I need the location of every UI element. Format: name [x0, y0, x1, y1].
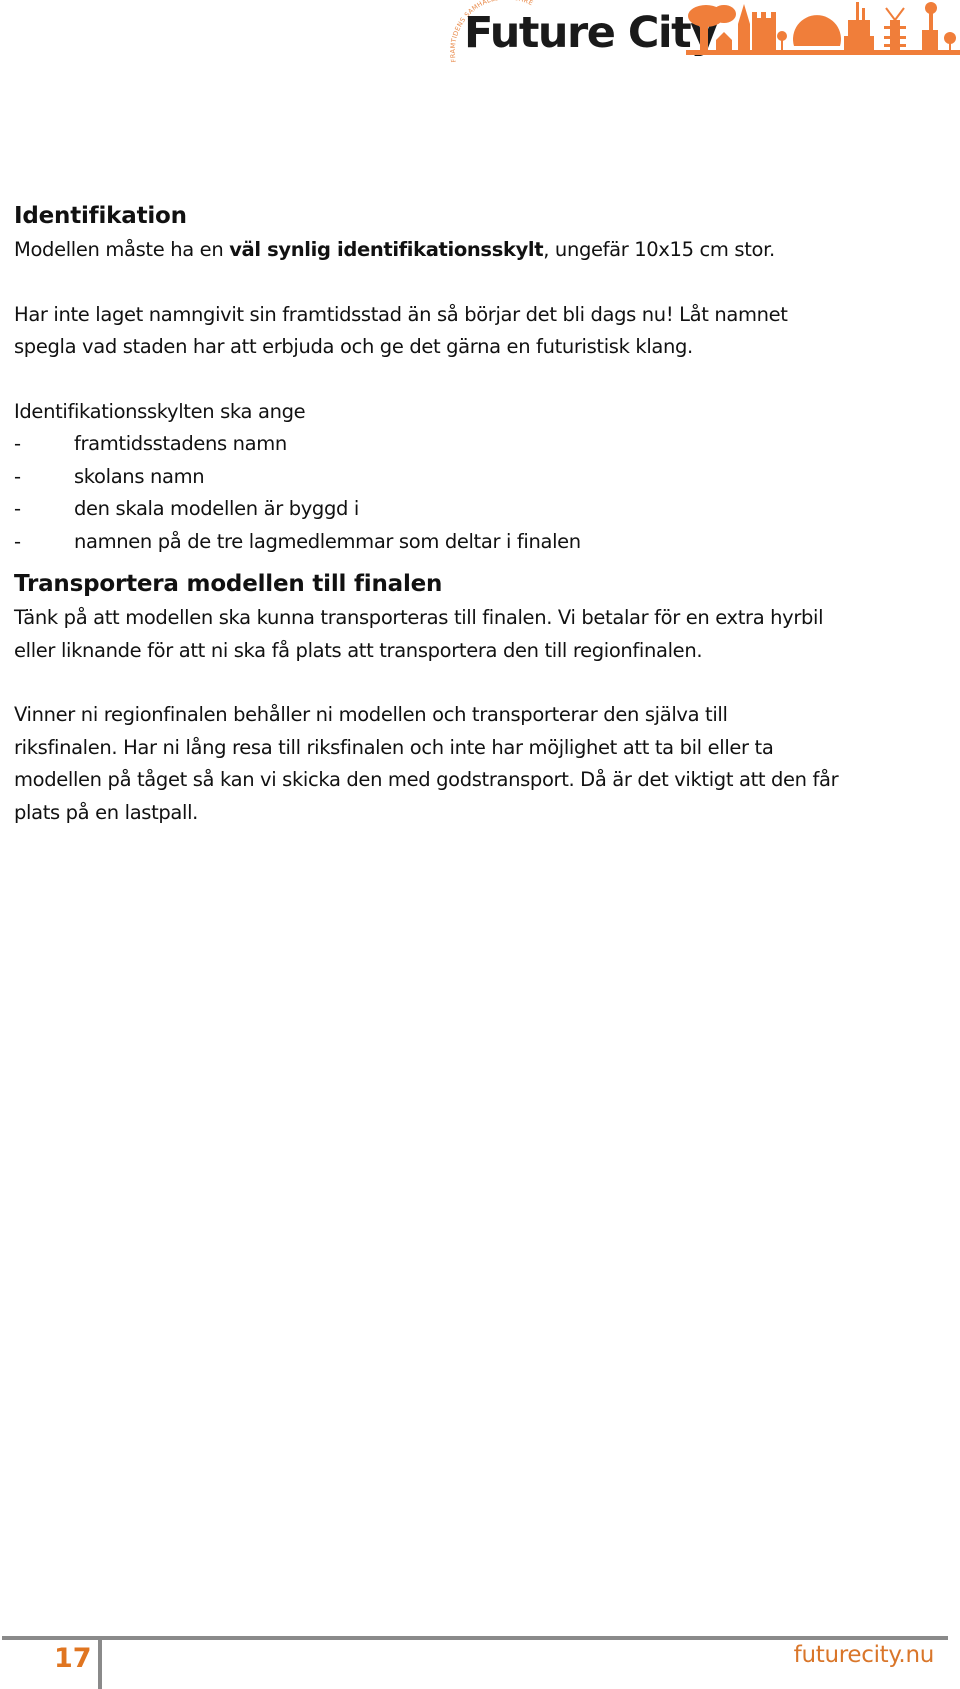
footer-divider: [2, 1636, 948, 1640]
list-item-text: framtidsstadens namn: [74, 432, 287, 455]
text-line: modellen på tåget så kan vi skicka den m…: [14, 768, 839, 791]
paragraph-transport: Tänk på att modellen ska kunna transport…: [14, 602, 944, 667]
paragraph-naming: Har inte laget namngivit sin framtidssta…: [14, 299, 944, 364]
future-city-logo: FRAMTIDENS SAMHÄLLSBYGGARE Future City: [446, 0, 960, 66]
text-line: plats på en lastpall.: [14, 800, 199, 824]
text-line: Har inte laget namngivit sin framtidssta…: [14, 302, 788, 326]
text-line: riksfinalen. Har ni lång resa till riksf…: [14, 735, 774, 759]
city-skyline-icon: [686, 2, 960, 55]
list-intro: Identifikationsskylten ska ange: [14, 399, 306, 423]
list-item: - framtidsstadens namn: [14, 428, 944, 461]
logo-wordmark: Future City: [464, 8, 718, 58]
paragraph-identification-requirement: Modellen måste ha en väl synlig identifi…: [14, 234, 944, 267]
list-item: - skolans namn: [14, 461, 944, 494]
text-line: spegla vad staden har att erbjuda och ge…: [14, 335, 693, 358]
paragraph-national-final: Vinner ni regionfinalen behåller ni mode…: [14, 699, 944, 829]
footer-website-link[interactable]: futurecity.nu: [794, 1644, 935, 1667]
text-suffix: , ungefär 10x15 cm stor.: [543, 238, 775, 261]
text-line: eller liknande för att ni ska få plats a…: [14, 638, 703, 662]
text-prefix: Modellen måste ha en: [14, 238, 230, 261]
page-number: 17: [54, 1643, 92, 1674]
sign-requirements-list: - framtidsstadens namn - skolans namn - den…: [14, 428, 944, 558]
text-emphasis: väl synlig identifikationsskylt: [229, 238, 544, 261]
list-item: - den skala modellen är byggd i: [14, 493, 944, 526]
list-item-text: den skala modellen är byggd i: [74, 497, 359, 520]
list-item-text: namnen på de tre lagmedlemmar som deltar…: [74, 529, 581, 553]
list-dash: -: [14, 529, 21, 553]
footer-vertical-divider: [98, 1636, 102, 1689]
section-heading-transport: Transportera modellen till finalen: [14, 571, 443, 597]
document-body: Identifikation Modellen måste ha en väl …: [14, 200, 944, 829]
section-heading-identifikation: Identifikation: [14, 203, 187, 229]
list-dash: -: [14, 432, 21, 455]
list-item-text: skolans namn: [74, 464, 205, 488]
text-line: Tänk på att modellen ska kunna transport…: [14, 606, 824, 629]
list-dash: -: [14, 464, 21, 488]
list-dash: -: [14, 497, 21, 520]
text-line: Vinner ni regionfinalen behåller ni mode…: [14, 703, 728, 726]
list-item: - namnen på de tre lagmedlemmar som delta…: [14, 526, 944, 559]
